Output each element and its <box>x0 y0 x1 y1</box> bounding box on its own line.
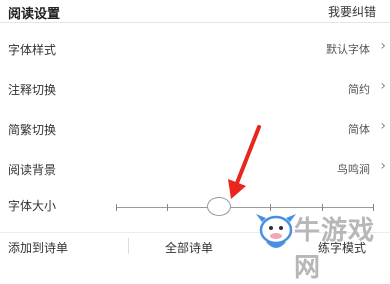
mascot-logo-icon <box>256 214 296 248</box>
all-poem-lists-button[interactable]: 全部诗单 <box>165 239 213 256</box>
add-to-poem-list-button[interactable]: 添加到诗单 <box>8 239 68 256</box>
footer-divider <box>128 238 129 254</box>
site-watermark: 牛游戏网 <box>256 208 390 283</box>
watermark-text: 牛游戏网 <box>294 216 376 283</box>
